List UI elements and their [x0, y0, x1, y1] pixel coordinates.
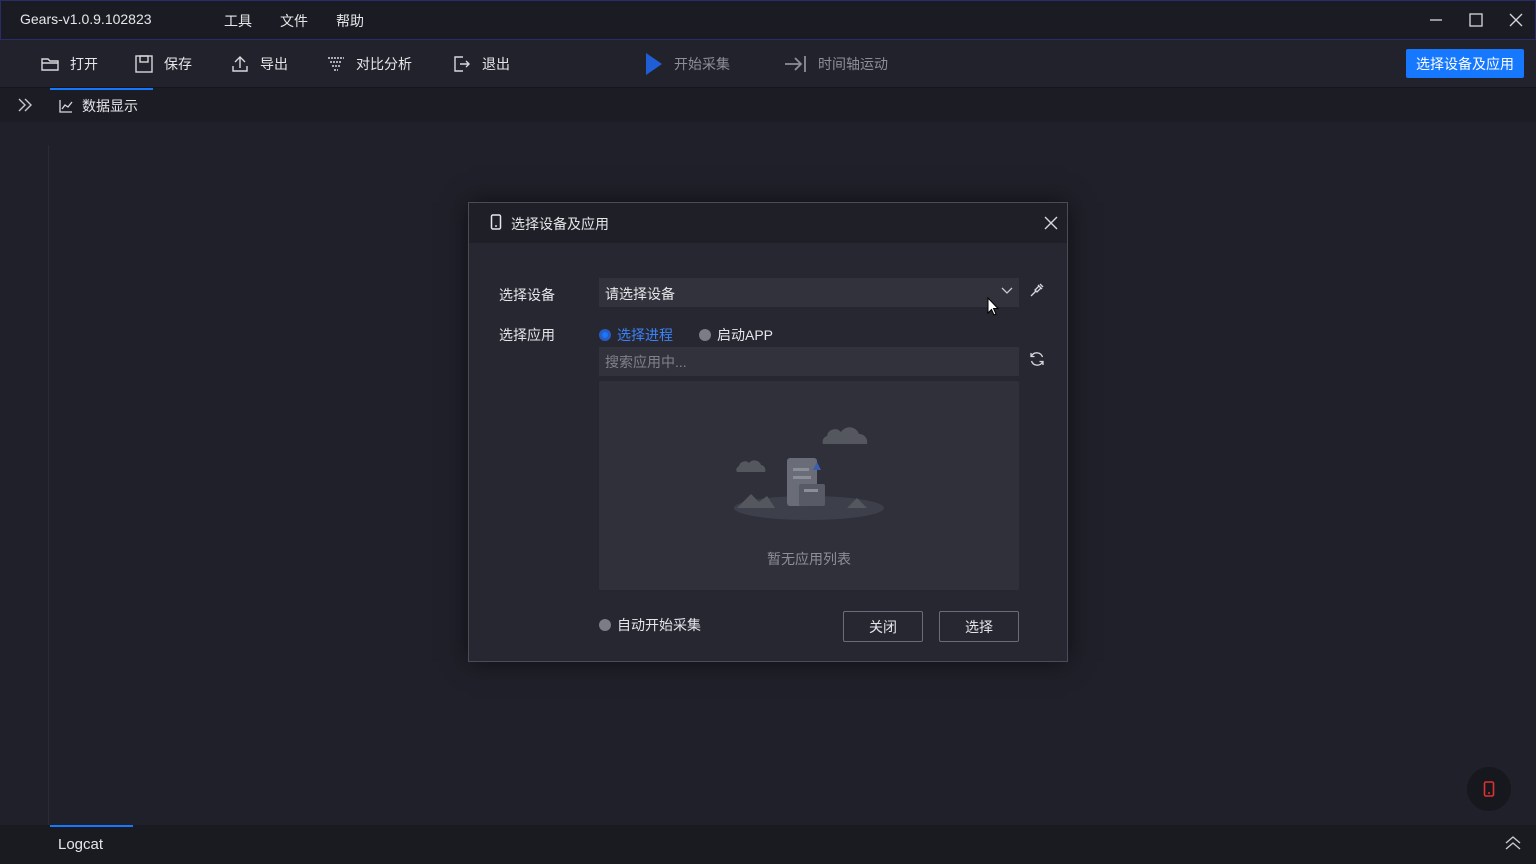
radio-checked-icon — [599, 329, 611, 341]
close-window-icon[interactable] — [1506, 10, 1526, 30]
radio-unchecked-icon — [599, 619, 611, 631]
tab-data-display[interactable]: 数据显示 — [50, 88, 153, 122]
compare-label: 对比分析 — [356, 56, 412, 72]
close-dialog-icon[interactable] — [1042, 214, 1060, 232]
arrow-to-line-icon — [784, 54, 808, 74]
radio-select-process[interactable]: 选择进程 — [599, 325, 673, 345]
refresh-icon[interactable] — [1028, 350, 1046, 368]
export-button[interactable]: 导出 — [230, 52, 288, 76]
radio-launch-app[interactable]: 启动APP — [699, 325, 773, 345]
play-icon — [644, 52, 664, 76]
open-button[interactable]: 打开 — [40, 52, 98, 76]
menu-help[interactable]: 帮助 — [336, 11, 364, 31]
folder-open-icon — [40, 54, 60, 74]
tab-data-display-label: 数据显示 — [82, 98, 138, 114]
upload-icon — [230, 54, 250, 74]
expand-sidebar-icon[interactable] — [16, 96, 34, 114]
save-label: 保存 — [164, 56, 192, 72]
connect-plug-icon[interactable] — [1028, 281, 1046, 299]
start-capture-button[interactable]: 开始采集 — [644, 52, 730, 76]
menu-file[interactable]: 文件 — [280, 11, 308, 31]
floating-device-button[interactable] — [1467, 767, 1511, 811]
close-button[interactable]: 关闭 — [843, 611, 923, 642]
radio-launch-app-label: 启动APP — [717, 327, 774, 343]
open-label: 打开 — [70, 56, 98, 72]
phone-icon — [1483, 781, 1495, 797]
timeline-label: 时间轴运动 — [818, 56, 888, 72]
compare-button[interactable]: 对比分析 — [326, 52, 412, 76]
auto-start-checkbox[interactable]: 自动开始采集 — [599, 615, 701, 635]
tab-logcat[interactable]: Logcat — [50, 825, 133, 863]
tab-row — [0, 88, 1536, 122]
exit-button[interactable]: 退出 — [452, 52, 510, 76]
content-divider — [48, 145, 49, 825]
timeline-button[interactable]: 时间轴运动 — [784, 52, 888, 76]
export-label: 导出 — [260, 56, 288, 72]
select-device-app-button[interactable]: 选择设备及应用 — [1406, 49, 1524, 78]
start-capture-label: 开始采集 — [674, 56, 730, 72]
menu-tools[interactable]: 工具 — [224, 11, 252, 31]
radio-unchecked-icon — [699, 329, 711, 341]
device-label: 选择设备 — [499, 287, 555, 303]
expand-panel-icon[interactable] — [1504, 834, 1522, 852]
select-button[interactable]: 选择 — [939, 611, 1019, 642]
logout-icon — [452, 54, 472, 74]
mouse-cursor-icon — [987, 297, 999, 317]
minimize-icon[interactable] — [1426, 10, 1446, 30]
device-select-value: 请选择设备 — [605, 286, 675, 302]
device-select[interactable]: 请选择设备 — [599, 278, 1019, 307]
filter-icon — [326, 54, 346, 74]
save-button[interactable]: 保存 — [134, 52, 192, 76]
chevron-down-icon — [1001, 287, 1013, 295]
save-icon — [134, 54, 154, 74]
app-search-input[interactable] — [599, 347, 1019, 376]
dialog-title: 选择设备及应用 — [511, 216, 609, 232]
maximize-icon[interactable] — [1466, 10, 1486, 30]
empty-list-text: 暂无应用列表 — [767, 551, 851, 567]
bottom-panel — [0, 825, 1536, 864]
select-device-dialog: 选择设备及应用 选择设备 请选择设备 选择应用 选择进程 启动APP 搜索应用中… — [468, 202, 1068, 662]
mobile-phone-icon — [489, 214, 503, 230]
app-list: 暂无应用列表 — [599, 381, 1019, 590]
radio-select-process-label: 选择进程 — [617, 327, 673, 343]
auto-start-label: 自动开始采集 — [617, 617, 701, 633]
app-label: 选择应用 — [499, 327, 555, 343]
empty-state-illustration-icon — [729, 416, 889, 526]
app-title: Gears-v1.0.9.102823 — [20, 11, 152, 27]
exit-label: 退出 — [482, 56, 510, 72]
line-chart-icon — [58, 98, 74, 114]
